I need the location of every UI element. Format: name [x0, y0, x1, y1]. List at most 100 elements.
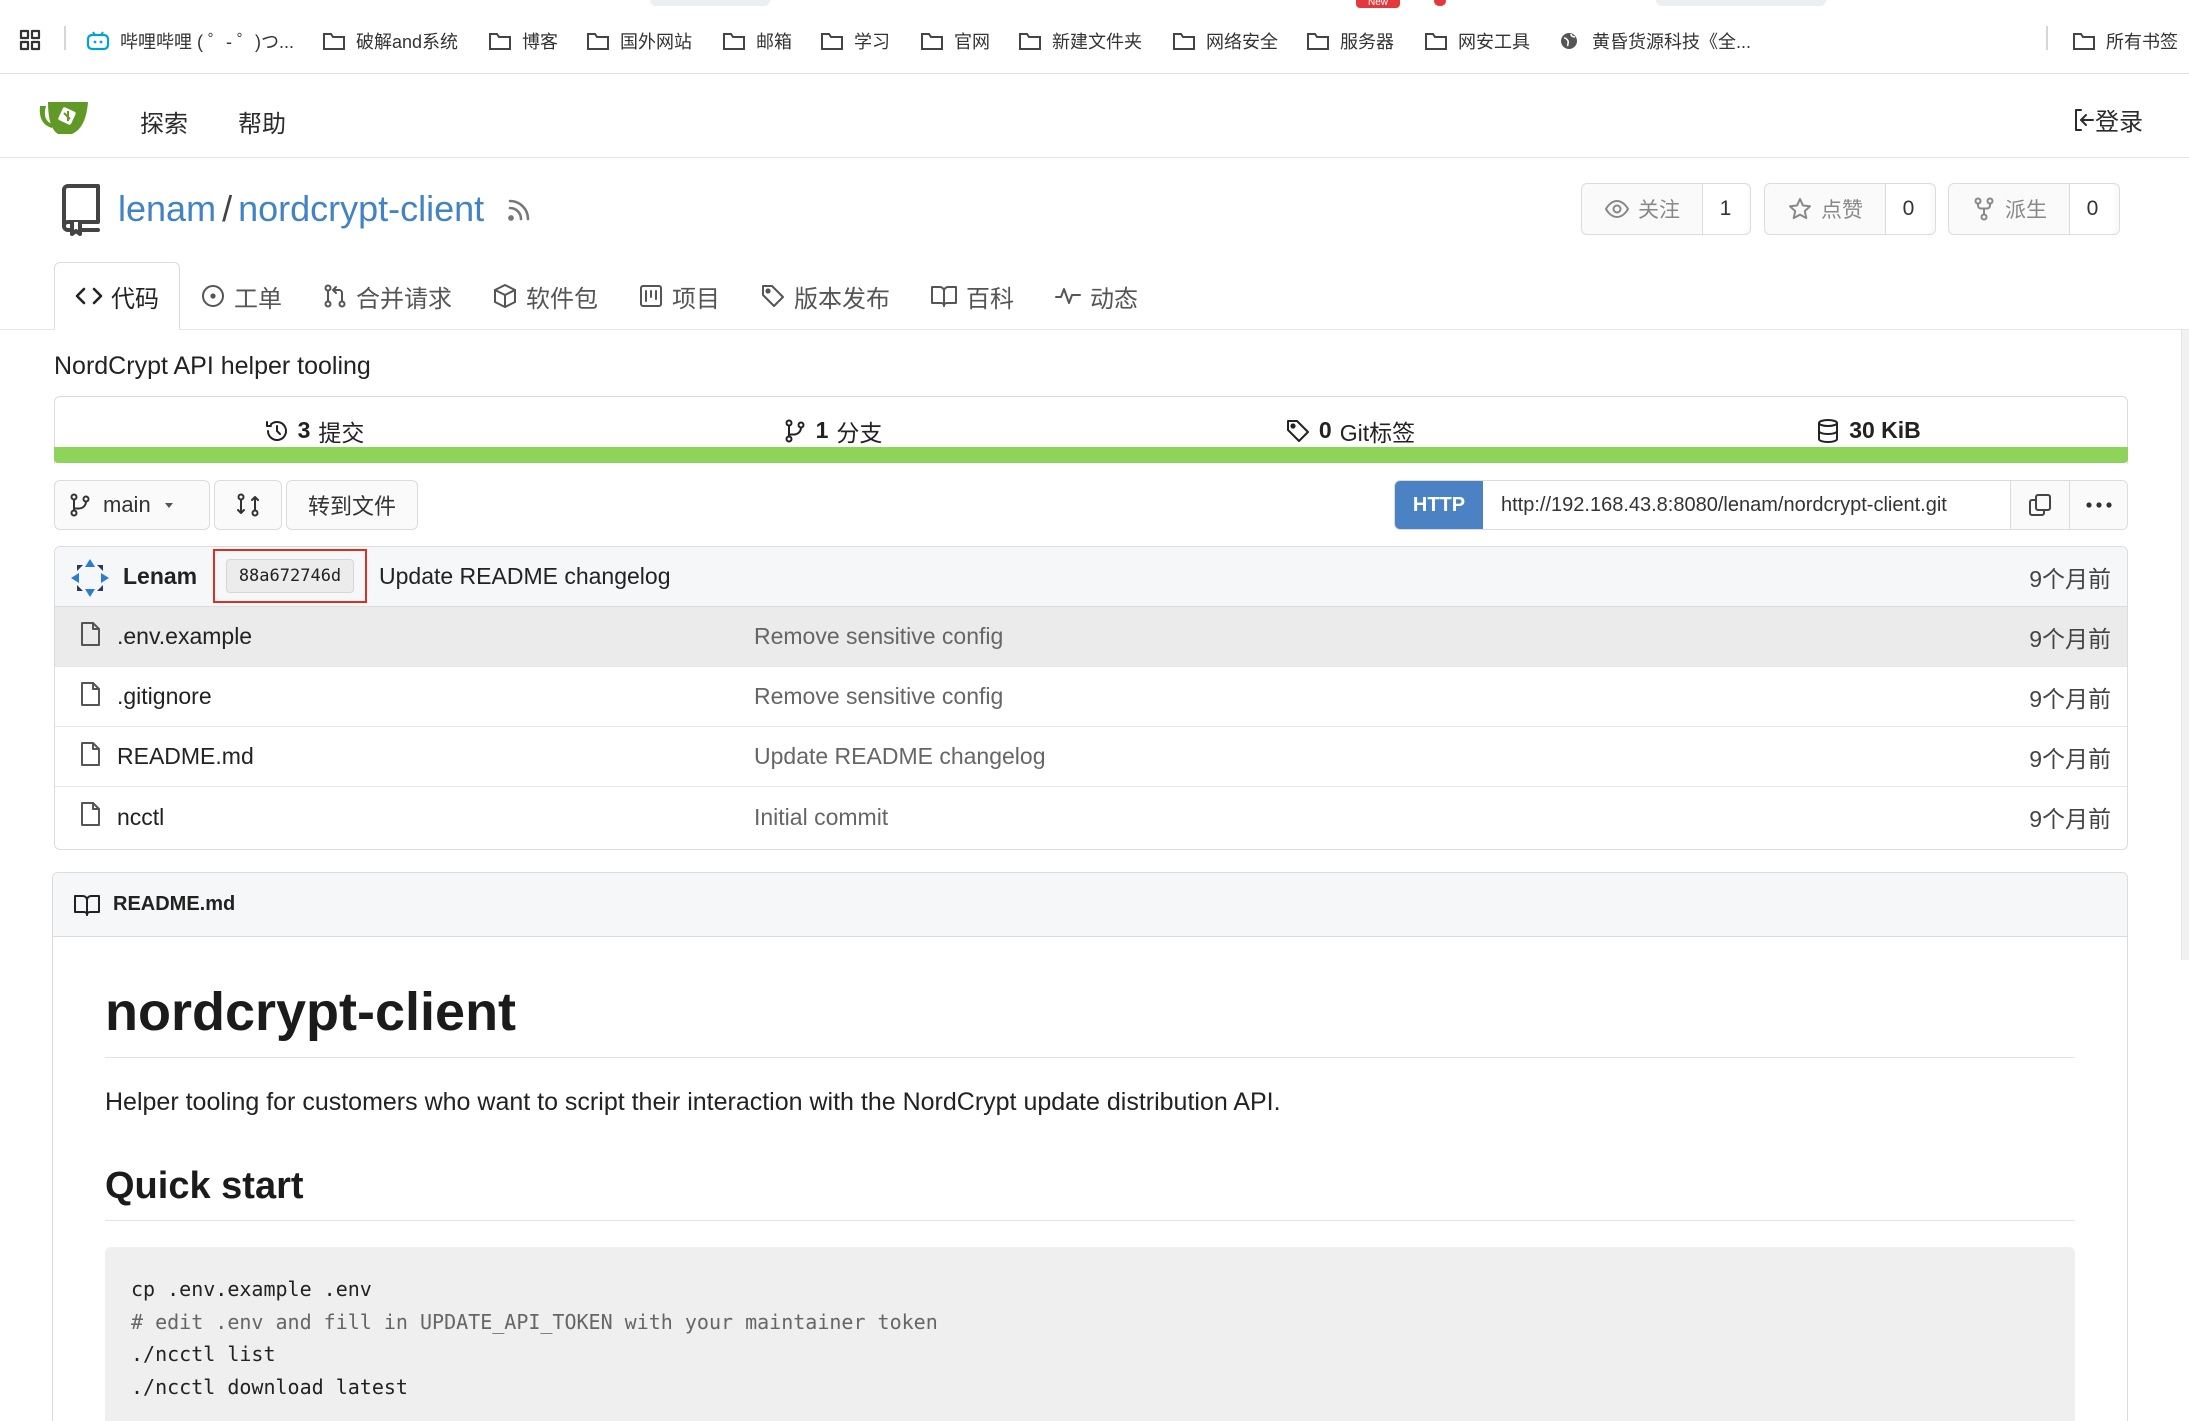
tab-code[interactable]: 代码: [54, 262, 180, 330]
code-icon: [75, 287, 103, 305]
branch-icon: [70, 493, 90, 517]
gitea-logo[interactable]: [38, 98, 90, 138]
site-navbar: 探索 帮助 登录: [0, 74, 2189, 158]
goto-file-button[interactable]: 转到文件: [286, 480, 418, 530]
file-row[interactable]: README.md Update README changelog 9个月前: [55, 727, 2127, 787]
compare-button[interactable]: [214, 480, 282, 530]
pulse-icon: [1055, 288, 1081, 304]
file-name[interactable]: .gitignore: [117, 683, 212, 710]
file-name[interactable]: README.md: [117, 743, 254, 770]
bookmark-folder[interactable]: 国外网站: [586, 28, 692, 54]
tab-releases[interactable]: 版本发布: [740, 262, 910, 330]
pull-request-icon: [324, 284, 346, 308]
sign-in-icon: [2075, 108, 2094, 131]
bookmark-site[interactable]: 黄昏货源科技《全...: [1558, 28, 1751, 54]
tab-stub: [1656, 0, 1826, 6]
bookmark-folder[interactable]: 新建文件夹: [1018, 28, 1142, 54]
file-time: 9个月前: [2029, 625, 2111, 652]
bookmark-folder[interactable]: 网络安全: [1172, 28, 1278, 54]
bookmark-label: 新建文件夹: [1052, 32, 1142, 52]
code-line: cp .env.example .env: [131, 1277, 372, 1301]
bookmark-folder[interactable]: 官网: [920, 28, 990, 54]
readme-header: README.md: [53, 873, 2127, 937]
project-icon: [640, 285, 662, 307]
tag-icon: [1286, 419, 1309, 442]
file-name[interactable]: .env.example: [117, 623, 252, 650]
clone-protocol-http[interactable]: HTTP: [1395, 481, 1483, 529]
copy-icon: [2029, 494, 2051, 516]
folder-icon: [1425, 33, 1447, 50]
tab-pull-requests[interactable]: 合并请求: [302, 262, 472, 330]
language-bar[interactable]: [54, 447, 2128, 463]
tab-packages[interactable]: 软件包: [472, 262, 618, 330]
fork-button[interactable]: 派生 0: [1948, 183, 2120, 235]
tab-activity[interactable]: 动态: [1034, 262, 1158, 330]
tab-label: 工单: [234, 285, 282, 313]
file-commit-message[interactable]: Remove sensitive config: [754, 623, 1003, 650]
repo-owner-link[interactable]: lenam: [118, 188, 216, 230]
bookmark-folder[interactable]: 学习: [820, 28, 890, 54]
file-time: 9个月前: [2029, 685, 2111, 712]
bookmark-folder[interactable]: 服务器: [1306, 28, 1394, 54]
star-count[interactable]: 0: [1885, 184, 1931, 234]
latest-commit-row: Lenam 88a672746d Update README changelog…: [55, 547, 2127, 607]
all-bookmarks-button[interactable]: 所有书签: [2072, 28, 2178, 54]
file-row[interactable]: .env.example Remove sensitive config 9个月…: [55, 607, 2127, 667]
branch-name: main: [103, 492, 151, 517]
tags-count: 0: [1318, 417, 1332, 443]
tab-wiki[interactable]: 百科: [910, 262, 1034, 330]
fork-label: 派生: [2005, 199, 2047, 222]
file-name[interactable]: ncctl: [117, 804, 164, 831]
bookmark-folder[interactable]: 网安工具: [1424, 28, 1530, 54]
bookmark-label: 破解and系统: [356, 32, 459, 52]
tab-issues[interactable]: 工单: [180, 262, 302, 330]
folder-icon: [2073, 33, 2095, 50]
avatar[interactable]: [69, 557, 111, 599]
commit-message[interactable]: Update README changelog: [379, 563, 671, 590]
issue-icon: [202, 285, 224, 307]
nav-help[interactable]: 帮助: [238, 104, 286, 139]
file-commit-message[interactable]: Update README changelog: [754, 743, 1046, 770]
gitea-logo-icon: [39, 102, 88, 134]
watch-count[interactable]: 1: [1702, 184, 1748, 234]
folder-icon: [921, 33, 943, 50]
code-line: ./ncctl download latest: [131, 1374, 408, 1399]
folder-icon: [821, 33, 843, 50]
bookmark-folder[interactable]: 邮箱: [722, 28, 792, 54]
file-list: Lenam 88a672746d Update README changelog…: [54, 546, 2128, 850]
star-button[interactable]: 点赞 0: [1764, 183, 1936, 235]
repo-name-link[interactable]: nordcrypt-client: [238, 188, 484, 230]
file-row[interactable]: .gitignore Remove sensitive config 9个月前: [55, 667, 2127, 727]
nav-explore[interactable]: 探索: [140, 104, 188, 139]
bilibili-icon: [86, 31, 110, 51]
repo-header: lenam / nordcrypt-client 关注 1 点赞 0 派生 0 …: [0, 158, 2189, 330]
page-scrollbar[interactable]: [2181, 330, 2189, 960]
login-label: 登录: [2095, 109, 2143, 136]
copy-button[interactable]: [2011, 481, 2069, 529]
tab-projects[interactable]: 项目: [618, 262, 740, 330]
file-row[interactable]: ncctl Initial commit 9个月前: [55, 787, 2127, 847]
package-icon: [494, 284, 516, 308]
commit-author[interactable]: Lenam: [123, 563, 197, 590]
fork-count[interactable]: 0: [2069, 184, 2115, 234]
rss-icon[interactable]: [506, 195, 534, 223]
apps-grid-icon[interactable]: [18, 28, 42, 52]
commit-sha-button[interactable]: 88a672746d: [225, 559, 355, 593]
watch-button[interactable]: 关注 1: [1581, 183, 1751, 235]
bookmark-bilibili[interactable]: 哔哩哔哩 ( ゜- ゜)つ...: [86, 28, 294, 54]
branch-selector[interactable]: main: [54, 480, 210, 530]
folder-icon: [587, 33, 609, 50]
file-time: 9个月前: [2029, 806, 2111, 832]
login-button[interactable]: 登录: [2073, 102, 2143, 137]
watch-label: 关注: [1638, 199, 1680, 222]
readme-filename[interactable]: README.md: [113, 893, 235, 916]
bookmark-folder[interactable]: 博客: [488, 28, 558, 54]
bookmark-separator: [2046, 26, 2048, 50]
readme-code-block: cp .env.example .env # edit .env and fil…: [105, 1247, 2075, 1421]
file-commit-message[interactable]: Initial commit: [754, 804, 888, 831]
file-commit-message[interactable]: Remove sensitive config: [754, 683, 1003, 710]
bookmark-folder[interactable]: 破解and系统: [322, 28, 458, 54]
code-comment-line: # edit .env and fill in UPDATE_API_TOKEN…: [131, 1309, 938, 1334]
clone-url-input[interactable]: http://192.168.43.8:8080/lenam/nordcrypt…: [1483, 481, 2011, 529]
more-options-button[interactable]: [2069, 481, 2127, 529]
